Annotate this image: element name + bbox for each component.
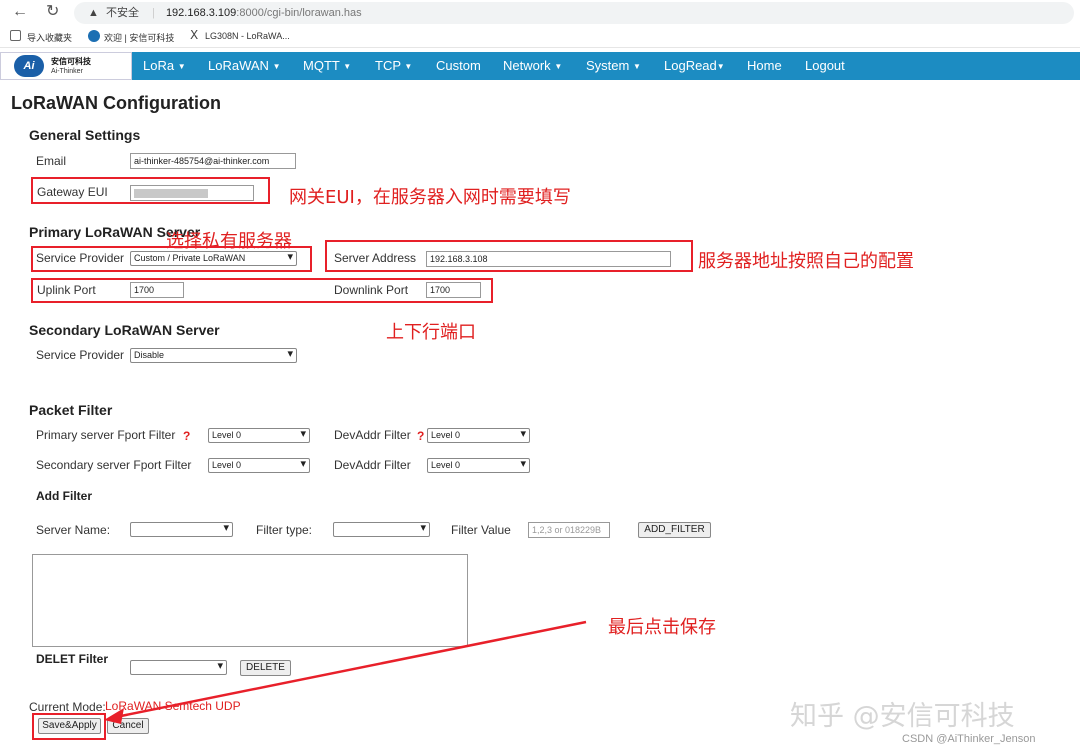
save-arrow	[104, 620, 587, 724]
csdn-watermark: CSDN @AiThinker_Jenson	[902, 733, 1036, 745]
zhihu-watermark: 知乎 @安信可科技	[790, 701, 1015, 732]
save-annotation: 最后点击保存	[608, 617, 716, 638]
